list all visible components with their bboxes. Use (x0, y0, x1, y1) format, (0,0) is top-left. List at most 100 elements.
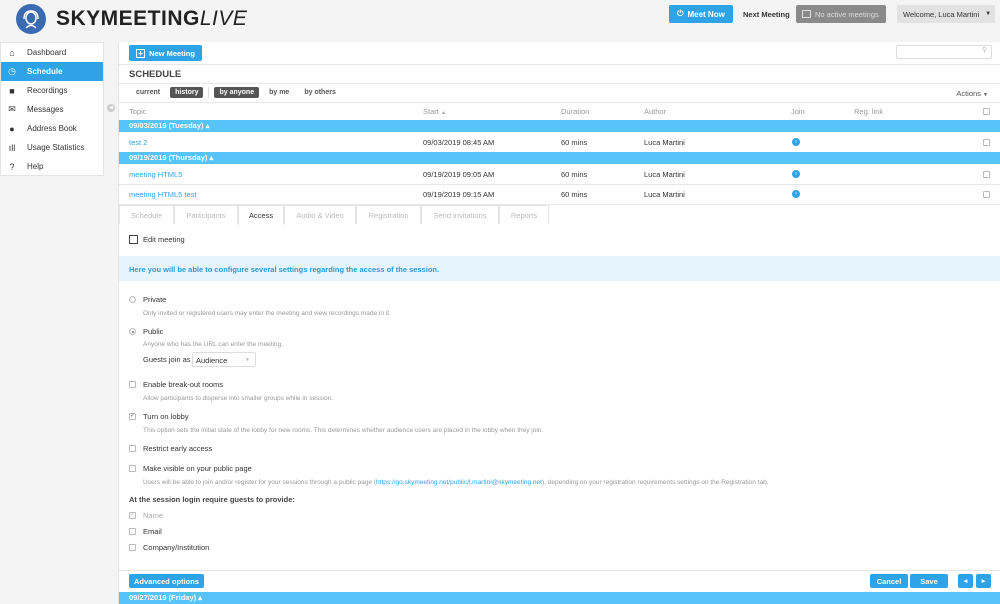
public-description: Anyone who has the URL can enter the mee… (143, 341, 283, 348)
require-heading: At the session login require guests to p… (129, 495, 295, 504)
meeting-duration: 60 mins (561, 170, 588, 179)
option-public[interactable]: Public (129, 327, 163, 336)
tab-reports[interactable]: Reports (499, 205, 549, 224)
meeting-topic-link[interactable]: meeting HTML5 (129, 170, 182, 179)
home-icon: ⌂ (9, 47, 15, 58)
join-icon[interactable]: › (792, 190, 800, 198)
guests-join-as-label: Guests join as (143, 355, 191, 364)
new-meeting-button[interactable]: + New Meeting (129, 45, 202, 61)
public-page-label: Make visible on your public page (143, 464, 252, 473)
tab-participants[interactable]: Participants (174, 205, 238, 224)
private-label: Private (143, 295, 167, 304)
sidebar-item-messages[interactable]: ✉ Messages (1, 100, 103, 119)
col-join: Join (791, 107, 805, 116)
cancel-button[interactable]: Cancel (870, 574, 908, 588)
filter-current[interactable]: current (131, 87, 165, 98)
sidebar-item-address-book[interactable]: ● Address Book (1, 119, 103, 138)
envelope-icon: ✉ (8, 104, 16, 114)
sidebar-label: Recordings (27, 86, 68, 95)
sidebar-item-recordings[interactable]: ■ Recordings (1, 81, 103, 100)
option-private[interactable]: Private (129, 295, 166, 304)
actions-label: Actions (956, 89, 981, 98)
guests-role-select[interactable]: Audience ▼ (192, 352, 256, 367)
search-input[interactable]: ⚲ (896, 45, 992, 59)
meeting-topic-link[interactable]: test 2 (129, 138, 147, 147)
edit-meeting-heading: Edit meeting (129, 235, 185, 244)
row-checkbox[interactable] (983, 171, 990, 178)
join-icon[interactable]: › (792, 138, 800, 146)
sidebar-item-usage-statistics[interactable]: ıll Usage Statistics (1, 138, 103, 157)
row-checkbox[interactable] (983, 191, 990, 198)
sidebar: ⌂ Dashboard ◷ Schedule ■ Recordings ✉ Messag… (0, 42, 104, 176)
private-description: Only invited or registered users may ent… (143, 310, 391, 317)
meeting-author: Luca Martini (644, 138, 685, 147)
group-label: 09/27/2019 (Friday) (129, 593, 197, 602)
private-radio[interactable] (129, 296, 136, 303)
restrict-checkbox[interactable] (129, 445, 136, 452)
info-banner: Here you will be able to configure sever… (119, 256, 1000, 281)
next-meeting-label: Next Meeting (743, 10, 790, 19)
group-header[interactable]: 09/27/2019 (Friday) ▴ (119, 592, 1000, 604)
previous-icon[interactable]: ◂ (958, 574, 973, 588)
col-topic[interactable]: Topic (129, 107, 147, 116)
logo-icon (16, 4, 46, 34)
plus-icon: + (136, 48, 146, 58)
breakout-checkbox[interactable] (129, 381, 136, 388)
option-lobby[interactable]: ✓ Turn on lobby (129, 412, 189, 421)
sidebar-item-dashboard[interactable]: ⌂ Dashboard (1, 43, 103, 62)
desc-text: ), depending on your registration requir… (541, 479, 769, 486)
col-duration: Duration (561, 107, 590, 116)
col-start[interactable]: Start ▲ (423, 107, 446, 116)
join-icon[interactable]: › (792, 170, 800, 178)
edit-meeting-icon (129, 235, 138, 244)
sidebar-item-help[interactable]: ? Help (1, 157, 103, 176)
help-icon: ? (9, 161, 15, 172)
option-breakout[interactable]: Enable break-out rooms (129, 380, 223, 389)
user-icon: ● (9, 123, 15, 134)
option-company[interactable]: Company/Institution (129, 543, 209, 552)
meet-now-button[interactable]: ⏻ Meet Now (669, 5, 733, 23)
desc-text: Users will be able to join and/or regist… (143, 479, 377, 486)
filter-by-others[interactable]: by others (299, 87, 341, 98)
schedule-filters: current history by anyone by me by other… (131, 87, 341, 98)
user-menu[interactable]: Welcome, Luca Martini ▼ (897, 5, 995, 23)
tab-access[interactable]: Access (238, 205, 284, 225)
public-page-link[interactable]: https://go.skymeeting.net/public/l.marti… (376, 479, 542, 486)
caret-down-icon: ▼ (245, 357, 250, 363)
tab-audio-video[interactable]: Audio & Video (284, 205, 356, 224)
public-page-checkbox[interactable] (129, 465, 136, 472)
next-meeting-dropdown[interactable]: No active meetings (796, 5, 886, 23)
lobby-checkbox[interactable]: ✓ (129, 413, 136, 420)
next-icon[interactable]: ▸ (976, 574, 991, 588)
select-all-checkbox[interactable] (983, 108, 990, 115)
tab-send-invitations[interactable]: Send invitations (421, 205, 499, 224)
filter-by-me[interactable]: by me (264, 87, 294, 98)
caret-down-icon: ▼ (985, 11, 992, 17)
public-label: Public (143, 327, 164, 336)
sidebar-item-schedule[interactable]: ◷ Schedule (1, 62, 103, 81)
option-public-page[interactable]: Make visible on your public page (129, 464, 252, 473)
public-radio[interactable] (129, 328, 136, 335)
meeting-topic-link[interactable]: meeting HTML5 test (129, 190, 197, 199)
option-restrict-early[interactable]: Restrict early access (129, 444, 212, 453)
group-header[interactable]: 09/03/2019 (Tuesday) ▴ (119, 120, 1000, 132)
edit-meeting-label: Edit meeting (143, 235, 185, 244)
collapse-sidebar-icon[interactable]: ◀ (107, 104, 115, 112)
filter-history[interactable]: history (170, 87, 204, 98)
col-start-label: Start (423, 107, 439, 116)
sort-asc-icon: ▲ (440, 110, 446, 116)
filter-by-anyone[interactable]: by anyone (214, 87, 260, 98)
actions-dropdown[interactable]: Actions ▼ (956, 89, 988, 98)
save-button[interactable]: Save (910, 574, 948, 588)
meeting-author: Luca Martini (644, 190, 685, 199)
group-header[interactable]: 09/19/2019 (Thursday) ▴ (119, 152, 1000, 164)
sidebar-label: Usage Statistics (27, 143, 85, 152)
tab-schedule[interactable]: Schedule (119, 205, 174, 224)
advanced-options-button[interactable]: Advanced options (129, 574, 204, 588)
option-email[interactable]: Email (129, 527, 162, 536)
tab-registration[interactable]: Registration (356, 205, 421, 224)
restrict-label: Restrict early access (143, 444, 213, 453)
company-checkbox[interactable] (129, 544, 136, 551)
row-checkbox[interactable] (983, 139, 990, 146)
email-checkbox[interactable] (129, 528, 136, 535)
